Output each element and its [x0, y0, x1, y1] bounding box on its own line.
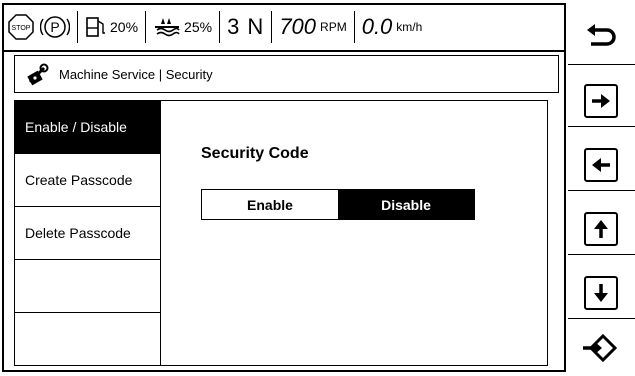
stop-indicator: STOP — [4, 5, 34, 49]
gear-value: 3 N — [227, 14, 265, 39]
status-divider — [219, 11, 221, 43]
arrow-right-icon — [592, 94, 610, 108]
arrow-left-icon — [592, 158, 610, 172]
up-key-frame — [584, 212, 618, 246]
fuel-percent: 20% — [110, 19, 139, 35]
status-bar-underline — [4, 50, 564, 52]
fuel-pump-icon — [86, 17, 105, 37]
menu-item-empty — [15, 260, 160, 313]
softkey-divider — [568, 64, 635, 65]
menu-item-create-passcode[interactable]: Create Passcode — [15, 154, 160, 207]
arrow-up-icon — [594, 220, 608, 238]
breadcrumb-text: Machine Service | Security — [59, 66, 213, 82]
rpm-value: 700 — [279, 14, 317, 39]
svg-text:P: P — [50, 19, 59, 35]
breadcrumb: Machine Service | Security — [14, 55, 559, 93]
screen: STOP P 20% 25% 3 N 700 RPM 0.0 km/h Mach… — [0, 0, 635, 376]
def-percent: 25% — [184, 19, 213, 35]
right-button[interactable] — [576, 78, 626, 124]
rpm-unit: RPM — [320, 20, 347, 34]
gear-indicator: 3 N — [227, 5, 264, 49]
down-button[interactable] — [576, 270, 626, 316]
back-button[interactable] — [576, 14, 626, 60]
up-button[interactable] — [576, 206, 626, 252]
softkey-divider — [568, 190, 635, 191]
arrow-down-icon — [594, 284, 608, 302]
status-divider — [145, 11, 147, 43]
softkey-divider — [568, 318, 635, 319]
ground-speed: 0.0 km/h — [362, 5, 423, 49]
stop-icon: STOP — [8, 14, 34, 40]
menu-item-empty — [15, 313, 160, 366]
speed-unit: km/h — [396, 20, 423, 34]
lock-wrench-icon — [27, 63, 49, 86]
softkey-divider — [568, 254, 635, 255]
disable-button[interactable]: Disable — [338, 190, 474, 219]
left-button[interactable] — [576, 142, 626, 188]
def-fluid-icon — [155, 18, 180, 37]
fuel-level: 20% — [85, 5, 138, 49]
service-menu: Enable / Disable Create Passcode Delete … — [14, 100, 161, 366]
left-key-frame — [584, 148, 618, 182]
enable-button[interactable]: Enable — [202, 190, 338, 219]
security-code-toggle: Enable Disable — [201, 189, 475, 220]
svg-text:STOP: STOP — [12, 25, 31, 32]
parking-brake-icon: P — [40, 16, 70, 38]
speed-value: 0.0 — [361, 14, 393, 39]
status-divider — [77, 11, 78, 43]
enter-button[interactable] — [576, 325, 626, 371]
panel-title: Security Code — [201, 145, 309, 162]
enter-icon — [583, 333, 618, 363]
down-key-frame — [584, 276, 618, 310]
status-bar: STOP P 20% 25% 3 N 700 RPM 0.0 km/h — [4, 5, 564, 49]
content-panel: Security Code Enable Disable — [160, 100, 548, 366]
softkey-column — [568, 0, 635, 376]
back-icon — [587, 24, 616, 46]
parking-brake-indicator: P — [34, 5, 70, 49]
softkey-divider — [568, 126, 635, 127]
status-divider — [271, 11, 273, 43]
right-key-frame — [584, 84, 618, 118]
menu-item-enable-disable[interactable]: Enable / Disable — [15, 101, 160, 154]
def-level: 25% — [153, 5, 212, 49]
status-divider — [353, 11, 355, 43]
menu-item-delete-passcode[interactable]: Delete Passcode — [15, 207, 160, 260]
engine-rpm: 700 RPM — [279, 5, 346, 49]
